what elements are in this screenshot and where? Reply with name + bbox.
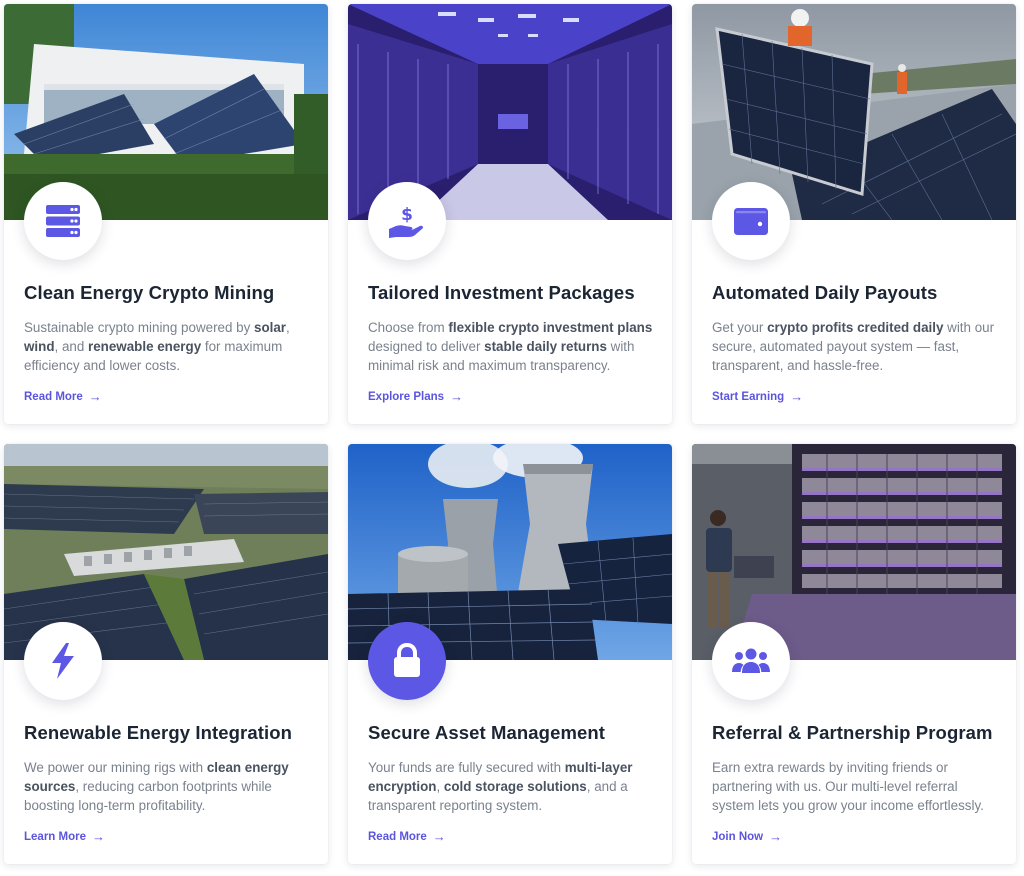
arrow-right-icon: → [92, 829, 105, 844]
card-title: Referral & Partnership Program [712, 722, 993, 743]
features-grid: Clean Energy Crypto Mining Sustainable c… [0, 0, 1024, 876]
feature-card-investment: $ Tailored Investment Packages Choose fr… [348, 4, 672, 424]
svg-text:$: $ [401, 205, 413, 225]
arrow-right-icon: → [769, 829, 783, 844]
arrow-right-icon: → [88, 389, 102, 404]
lock-icon-badge [368, 622, 446, 700]
wallet-icon [734, 208, 768, 235]
card-description: Get your crypto profits credited daily w… [712, 320, 995, 373]
emphasis-text: solar [254, 320, 287, 335]
card-description: Choose from flexible crypto investment p… [368, 320, 653, 373]
hand-dollar-icon-badge: $ [368, 182, 446, 260]
learn-more-link[interactable]: Learn More → [24, 830, 105, 843]
explore-plans-link[interactable]: Explore Plans → [368, 390, 463, 403]
card-title: Clean Energy Crypto Mining [24, 282, 275, 303]
emphasis-text: clean energy sources [24, 760, 289, 794]
card-title: Tailored Investment Packages [368, 282, 635, 303]
users-icon-badge [712, 622, 790, 700]
hand-dollar-icon: $ [389, 205, 424, 238]
card-title: Secure Asset Management [368, 722, 606, 743]
lock-icon [394, 642, 420, 677]
card-title: Renewable Energy Integration [24, 722, 293, 743]
emphasis-text: cold storage solutions [443, 779, 587, 794]
arrow-right-icon: → [790, 389, 804, 404]
server-icon [46, 205, 80, 237]
emphasis-text: stable daily returns [484, 339, 607, 354]
feature-card-payouts: Automated Daily Payouts Get your crypto … [692, 4, 1016, 424]
feature-card-renewable: Renewable Energy Integration We power ou… [4, 444, 328, 864]
wallet-icon-badge [712, 182, 790, 260]
arrow-right-icon: → [432, 829, 446, 844]
emphasis-text: renewable energy [88, 339, 202, 354]
server-icon-badge [24, 182, 102, 260]
start-earning-link[interactable]: Start Earning → [712, 390, 803, 403]
read-more-link[interactable]: Read More → [368, 830, 446, 843]
lightning-icon-badge [24, 622, 102, 700]
read-more-link[interactable]: Read More → [24, 390, 102, 403]
join-now-link[interactable]: Join Now → [712, 830, 782, 843]
card-description: We power our mining rigs with clean ener… [24, 760, 289, 813]
feature-card-secure: Secure Asset Management Your funds are f… [348, 444, 672, 864]
arrow-right-icon: → [450, 389, 464, 404]
emphasis-text: flexible crypto investment plans [448, 320, 653, 335]
emphasis-text: wind [24, 339, 55, 354]
emphasis-text: crypto profits credited daily [767, 320, 944, 335]
card-title: Automated Daily Payouts [712, 282, 938, 303]
feature-card-referral: Referral & Partnership Program Earn extr… [692, 444, 1016, 864]
card-description: Earn extra rewards by inviting friends o… [712, 760, 984, 813]
lightning-icon [52, 643, 74, 679]
card-description: Your funds are fully secured with multi-… [368, 760, 633, 813]
feature-card-clean-energy: Clean Energy Crypto Mining Sustainable c… [4, 4, 328, 424]
users-icon [732, 648, 770, 673]
card-description: Sustainable crypto mining powered by sol… [24, 320, 290, 373]
